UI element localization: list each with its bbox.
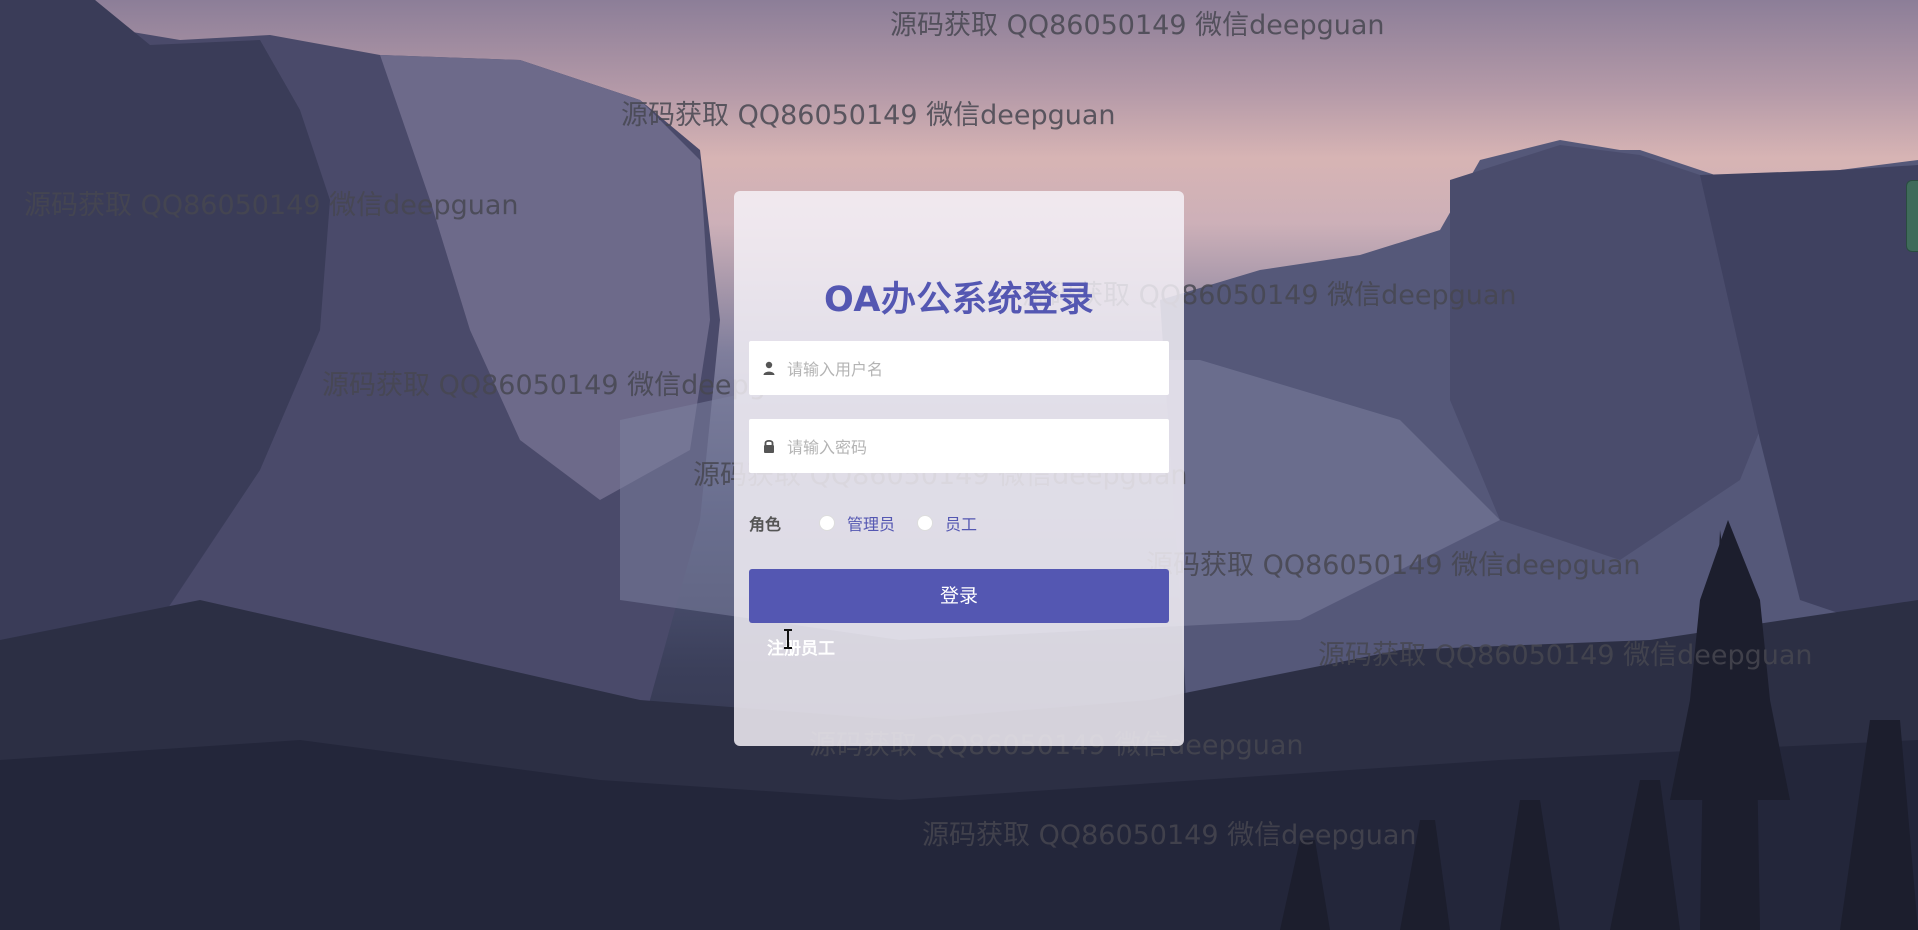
watermark: 源码获取 QQ86050149 微信deepguan	[1318, 640, 1813, 671]
role-radio-admin[interactable]	[819, 515, 835, 531]
register-employee-link[interactable]: 注册员工	[767, 634, 835, 659]
role-selector: 角色 管理员 员工	[749, 507, 1169, 537]
password-field-wrapper	[749, 419, 1169, 475]
watermark: 源码获取 QQ86050149 微信deepguan	[621, 100, 1116, 131]
text-cursor-icon	[784, 629, 792, 649]
username-field-wrapper	[749, 341, 1169, 397]
role-option-employee-label[interactable]: 员工	[945, 511, 977, 535]
role-radio-employee[interactable]	[917, 515, 933, 531]
lock-icon	[764, 440, 774, 453]
role-option-admin-label[interactable]: 管理员	[847, 511, 895, 535]
watermark: 源码获取 QQ86050149 微信deepguan	[24, 190, 519, 221]
username-input[interactable]	[785, 341, 1159, 397]
role-label: 角色	[749, 515, 782, 534]
watermark: 源码获取 QQ86050149 微信deepguan	[890, 10, 1385, 41]
page-title: OA办公系统登录	[824, 280, 1094, 320]
watermark: 源码获取 QQ86050149 微信deepguan	[1146, 550, 1641, 581]
login-card: OA办公系统登录 角色 管理员 员工 登录 注册员工	[734, 191, 1184, 746]
password-input[interactable]	[785, 419, 1159, 475]
user-icon	[763, 361, 775, 375]
side-widget-handle[interactable]	[1906, 180, 1918, 252]
watermark: 源码获取 QQ86050149 微信deepguan	[922, 820, 1417, 851]
login-button[interactable]: 登录	[749, 569, 1169, 623]
